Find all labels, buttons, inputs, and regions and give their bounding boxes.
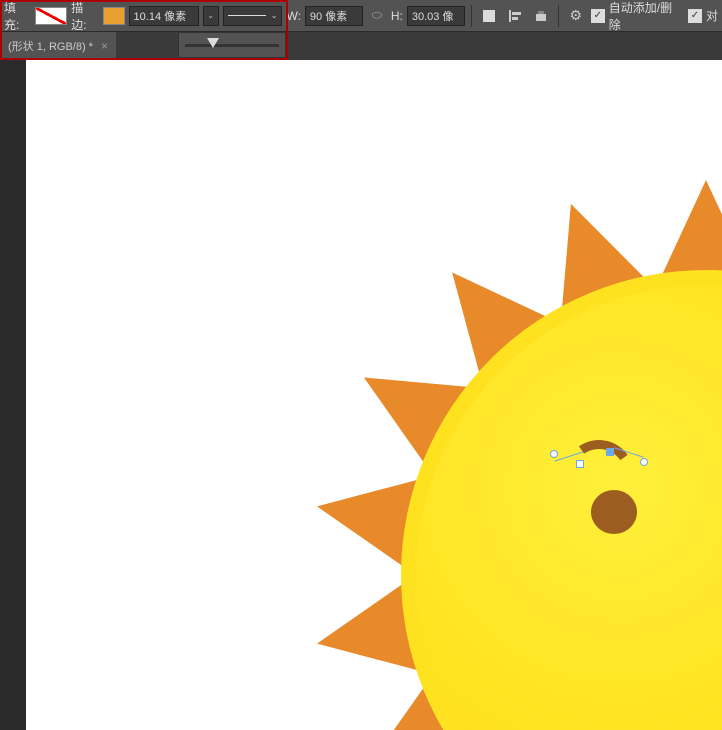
align-edges-checkbox[interactable]: ✓ xyxy=(688,9,702,23)
link-dims-icon[interactable]: ⬭ xyxy=(367,6,387,26)
arrange-icon[interactable] xyxy=(530,5,552,27)
bezier-handle[interactable] xyxy=(640,458,648,466)
height-label: H: xyxy=(391,9,403,23)
width-input[interactable] xyxy=(305,6,363,26)
height-input[interactable] xyxy=(407,6,465,26)
gear-icon[interactable]: ⚙ xyxy=(565,5,587,27)
auto-add-delete-checkbox[interactable]: ✓ xyxy=(591,9,605,23)
options-toolbar: 填充: 描边: ⌄ ⌄ W: ⬭ H: ⚙ ✓ 自动添加/删除 ✓ 对 xyxy=(0,0,722,32)
document-tab-bar: (形状 1, RGB/8) * × xyxy=(0,32,722,60)
divider xyxy=(558,5,559,27)
anchor-point[interactable] xyxy=(576,460,584,468)
stroke-width-dropdown[interactable]: ⌄ xyxy=(203,6,219,26)
sun-ray xyxy=(662,180,722,275)
slider-thumb[interactable] xyxy=(207,38,219,48)
divider xyxy=(471,5,472,27)
slider-track[interactable] xyxy=(185,44,279,47)
stroke-label: 描边: xyxy=(71,0,98,33)
sun-illustration xyxy=(356,225,722,730)
stroke-width-slider-popup[interactable] xyxy=(178,32,286,58)
auto-add-delete-label: 自动添加/删除 xyxy=(609,0,684,33)
bezier-handle[interactable] xyxy=(550,450,558,458)
align-left-icon[interactable] xyxy=(504,5,526,27)
document-tab-title: (形状 1, RGB/8) * xyxy=(8,38,93,54)
sun-eyebrow-shape[interactable] xyxy=(564,440,634,470)
align-edges-label: 对 xyxy=(706,7,718,24)
close-icon[interactable]: × xyxy=(101,39,108,53)
stroke-line-icon xyxy=(228,15,266,16)
workspace xyxy=(0,60,722,730)
document-tab[interactable]: (形状 1, RGB/8) * × xyxy=(0,32,116,60)
chevron-down-icon: ⌄ xyxy=(207,11,214,20)
path-combine-icon[interactable] xyxy=(478,5,500,27)
chevron-down-icon: ⌄ xyxy=(271,11,278,20)
stroke-swatch[interactable] xyxy=(103,7,125,25)
anchor-point-selected[interactable] xyxy=(606,448,614,456)
canvas[interactable] xyxy=(26,60,722,730)
width-label: W: xyxy=(286,9,300,23)
fill-swatch[interactable] xyxy=(35,7,67,25)
fill-label: 填充: xyxy=(4,0,31,33)
stroke-width-input[interactable] xyxy=(129,6,199,26)
stroke-style-picker[interactable]: ⌄ xyxy=(223,6,283,26)
